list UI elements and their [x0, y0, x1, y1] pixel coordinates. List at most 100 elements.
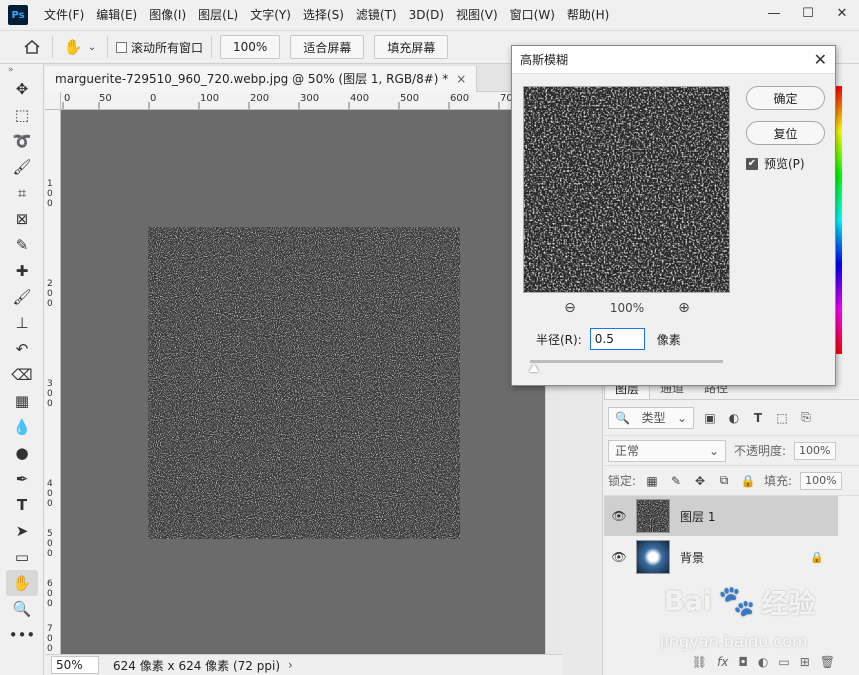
- eraser-icon[interactable]: ⌫: [6, 362, 38, 388]
- history-brush-icon[interactable]: ↶: [6, 336, 38, 362]
- link-icon[interactable]: ⛓: [692, 655, 707, 669]
- blend-mode-select[interactable]: 正常 ⌄: [608, 439, 726, 462]
- image-filter-icon[interactable]: ▣: [702, 410, 718, 426]
- home-icon[interactable]: [20, 35, 44, 59]
- lock-artboard-icon[interactable]: ⧉: [716, 473, 732, 489]
- document-image[interactable]: [148, 227, 460, 539]
- options-separator: [211, 36, 213, 58]
- scroll-all-windows-checkbox[interactable]: 滚动所有窗口: [116, 39, 203, 56]
- mask-icon[interactable]: ◘: [738, 655, 748, 669]
- adjustment-icon[interactable]: ◐: [758, 655, 768, 669]
- radius-slider-thumb[interactable]: [529, 364, 539, 372]
- opacity-label: 不透明度:: [734, 444, 787, 458]
- rectangle-icon[interactable]: ▭: [6, 544, 38, 570]
- zoom-icon[interactable]: 🔍: [6, 596, 38, 622]
- quick-select-icon[interactable]: 🖌: [6, 154, 38, 180]
- ruler-label: 0: [64, 93, 71, 104]
- ruler-label: 100: [200, 93, 220, 104]
- close-icon[interactable]: ✕: [814, 50, 827, 69]
- fill-field[interactable]: 100%: [800, 471, 842, 490]
- fill-screen-button[interactable]: 填充屏幕: [374, 35, 449, 59]
- ruler-label: 7: [47, 624, 53, 634]
- type-filter-icon[interactable]: T: [750, 410, 766, 426]
- menu-image[interactable]: 图像(I): [143, 0, 192, 30]
- path-select-icon[interactable]: ➤: [6, 518, 38, 544]
- radius-input[interactable]: 0.5: [589, 328, 645, 350]
- trash-icon[interactable]: 🗑: [820, 655, 835, 669]
- menu-select[interactable]: 选择(S): [297, 0, 350, 30]
- opacity-field[interactable]: 100%: [794, 441, 836, 460]
- zoom-100-button[interactable]: 100%: [220, 35, 281, 59]
- close-window-button[interactable]: ✕: [825, 0, 859, 26]
- maximize-button[interactable]: ☐: [791, 0, 825, 26]
- brush-icon[interactable]: 🖌: [6, 284, 38, 310]
- smart-object-filter-icon[interactable]: ⎘: [798, 410, 814, 426]
- menu-layer[interactable]: 图层(L): [192, 0, 244, 30]
- shape-filter-icon[interactable]: ⬚: [774, 410, 790, 426]
- menu-type[interactable]: 文字(Y): [244, 0, 297, 30]
- menu-file[interactable]: 文件(F): [38, 0, 90, 30]
- folder-icon[interactable]: ▭: [778, 655, 789, 669]
- lock-all-icon[interactable]: 🔒: [740, 473, 756, 489]
- eyedropper-icon[interactable]: ✎: [6, 232, 38, 258]
- layer-item-background[interactable]: 👁 背景 🔒: [604, 537, 838, 577]
- zoom-out-icon[interactable]: ⊖: [562, 300, 578, 316]
- crop-icon[interactable]: ⌗: [6, 180, 38, 206]
- lock-pixels-icon[interactable]: ✎: [668, 473, 684, 489]
- hand-icon[interactable]: ✋: [61, 35, 85, 59]
- ruler-label: 4: [47, 479, 53, 489]
- blur-preview[interactable]: [523, 86, 730, 293]
- healing-icon[interactable]: ✚: [6, 258, 38, 284]
- ruler-label: 500: [400, 93, 420, 104]
- eye-icon[interactable]: 👁: [604, 509, 634, 523]
- marquee-icon[interactable]: ⬚: [6, 102, 38, 128]
- chevron-right-icon[interactable]: ›: [288, 658, 293, 672]
- checkbox-icon[interactable]: [116, 41, 127, 53]
- dialog-titlebar[interactable]: 高斯模糊: [512, 46, 835, 74]
- reset-button[interactable]: 复位: [746, 121, 825, 145]
- frame-icon[interactable]: ⊠: [6, 206, 38, 232]
- eye-icon[interactable]: 👁: [604, 550, 634, 564]
- lasso-icon[interactable]: ➰: [6, 128, 38, 154]
- layer-thumbnail: [636, 540, 670, 574]
- fit-screen-button[interactable]: 适合屏幕: [290, 35, 365, 59]
- close-tab-icon[interactable]: ×: [456, 66, 466, 92]
- move-icon[interactable]: ✥: [6, 76, 38, 102]
- dodge-icon[interactable]: ●: [6, 440, 38, 466]
- more-tools-icon[interactable]: •••: [6, 622, 38, 648]
- menu-view[interactable]: 视图(V): [450, 0, 504, 30]
- menu-help[interactable]: 帮助(H): [561, 0, 615, 30]
- menu-edit[interactable]: 编辑(E): [90, 0, 143, 30]
- ok-button[interactable]: 确定: [746, 86, 825, 110]
- ruler-label: 1: [47, 179, 53, 189]
- lock-position-icon[interactable]: ✥: [692, 473, 708, 489]
- adjustment-filter-icon[interactable]: ◐: [726, 410, 742, 426]
- hand-tool-icon[interactable]: ✋: [6, 570, 38, 596]
- blur-icon[interactable]: 💧: [6, 414, 38, 440]
- radius-slider[interactable]: [530, 360, 723, 363]
- checkmark-icon[interactable]: ✔: [746, 157, 758, 170]
- ruler-label: 0: [47, 489, 53, 499]
- layer-kind-filter[interactable]: 🔍 类型 ⌄: [608, 406, 694, 429]
- menu-3d[interactable]: 3D(D): [403, 0, 450, 30]
- layer-item-layer1[interactable]: 👁 图层 1: [604, 496, 838, 536]
- pen-icon[interactable]: ✒: [6, 466, 38, 492]
- preview-checkbox[interactable]: ✔ 预览(P): [746, 155, 805, 172]
- zoom-level-field[interactable]: 50%: [51, 656, 99, 674]
- menu-window[interactable]: 窗口(W): [504, 0, 561, 30]
- fx-icon[interactable]: fx: [717, 655, 728, 669]
- panel-grip-icon[interactable]: »: [0, 64, 43, 76]
- chevron-down-icon[interactable]: ⌄: [85, 35, 99, 59]
- lock-transparent-icon[interactable]: ▦: [644, 473, 660, 489]
- stamp-icon[interactable]: ⊥: [6, 310, 38, 336]
- ruler-label: 300: [300, 93, 320, 104]
- color-spectrum-bar[interactable]: [836, 86, 842, 354]
- document-tab[interactable]: marguerite-729510_960_720.webp.jpg @ 50%…: [45, 66, 478, 92]
- zoom-in-icon[interactable]: ⊕: [676, 300, 692, 316]
- menu-filter[interactable]: 滤镜(T): [350, 0, 403, 30]
- gradient-icon[interactable]: ▦: [6, 388, 38, 414]
- minimize-button[interactable]: —: [757, 0, 791, 26]
- new-layer-icon[interactable]: ⊞: [800, 655, 810, 669]
- layer-name: 图层 1: [680, 509, 716, 524]
- type-icon[interactable]: T: [6, 492, 38, 518]
